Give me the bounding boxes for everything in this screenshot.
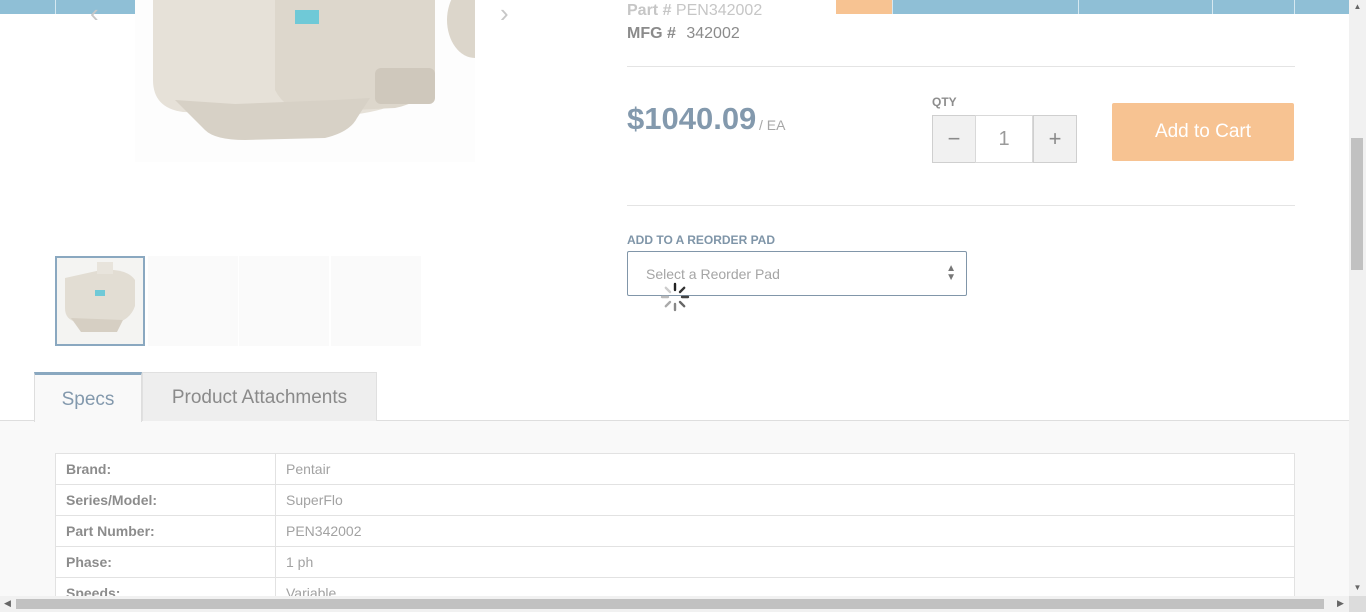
thumbnail-4[interactable] — [331, 256, 421, 346]
product-page: ‹ › Part # PEN342002 MFG # 342002 $1040.… — [0, 0, 1366, 612]
cart-button[interactable] — [836, 0, 892, 14]
gallery-next-arrow-icon[interactable]: › — [500, 0, 509, 26]
divider — [627, 205, 1295, 206]
product-price: $1040.09 — [627, 101, 757, 136]
table-row: Part Number: PEN342002 — [55, 515, 1295, 547]
qty-input[interactable]: 1 — [975, 115, 1033, 163]
reorder-pad-placeholder: Select a Reorder Pad — [646, 266, 780, 282]
table-row: Series/Model: SuperFlo — [55, 484, 1295, 516]
divider — [627, 66, 1295, 67]
scroll-up-icon[interactable]: ▲ — [1349, 2, 1366, 11]
spec-key: Part Number: — [55, 515, 276, 547]
part-value: PEN342002 — [675, 2, 763, 19]
select-arrows-icon: ▲ ▼ — [946, 263, 956, 283]
mfg-value: 342002 — [686, 25, 740, 42]
qty-decrease-button[interactable]: − — [932, 115, 976, 163]
spec-value: 1 ph — [275, 546, 1295, 578]
vertical-scrollbar[interactable]: ▲ ▼ — [1349, 0, 1366, 596]
qty-increase-button[interactable]: + — [1033, 115, 1077, 163]
thumbnail-1[interactable] — [55, 256, 145, 346]
spec-key: Phase: — [55, 546, 276, 578]
gallery-prev-arrow-icon[interactable]: ‹ — [90, 0, 99, 26]
thumbnail-3[interactable] — [239, 256, 329, 346]
specs-table: Brand: Pentair Series/Model: SuperFlo Pa… — [55, 453, 1295, 609]
horizontal-scroll-thumb[interactable] — [16, 599, 1324, 609]
table-row: Phase: 1 ph — [55, 546, 1295, 578]
nav-item[interactable] — [1078, 0, 1079, 14]
horizontal-scrollbar[interactable]: ◀ ▶ — [0, 596, 1349, 612]
add-to-cart-button[interactable]: Add to Cart — [1112, 103, 1294, 161]
qty-label: QTY — [932, 95, 957, 109]
nav-item[interactable] — [55, 0, 56, 14]
nav-item[interactable] — [1212, 0, 1213, 14]
table-row: Brand: Pentair — [55, 453, 1295, 485]
spec-key: Brand: — [55, 453, 276, 485]
tab-product-attachments[interactable]: Product Attachments — [142, 372, 377, 421]
scroll-down-icon[interactable]: ▼ — [1349, 583, 1366, 592]
thumbnail-pump-image — [65, 262, 135, 332]
spec-value: SuperFlo — [275, 484, 1295, 516]
tab-specs[interactable]: Specs — [34, 372, 142, 422]
scroll-right-icon[interactable]: ▶ — [1337, 598, 1344, 609]
product-main-image — [135, 0, 475, 162]
spec-value: Pentair — [275, 453, 1295, 485]
scroll-left-icon[interactable]: ◀ — [4, 598, 11, 609]
part-label: Part # — [627, 2, 672, 19]
scrollbar-corner — [1349, 596, 1366, 612]
vertical-scroll-thumb[interactable] — [1351, 138, 1363, 270]
mfg-number-line: MFG # 342002 — [627, 25, 740, 43]
spec-key: Series/Model: — [55, 484, 276, 516]
part-number-line: Part # PEN342002 — [627, 2, 762, 20]
nav-item[interactable] — [892, 0, 893, 14]
spec-value: PEN342002 — [275, 515, 1295, 547]
loading-spinner-icon — [660, 282, 690, 312]
thumbnail-2[interactable] — [148, 256, 238, 346]
unit-of-measure: / EA — [759, 117, 786, 133]
mfg-label: MFG # — [627, 25, 676, 42]
reorder-pad-label: ADD TO A REORDER PAD — [627, 233, 776, 247]
nav-item[interactable] — [1294, 0, 1295, 14]
